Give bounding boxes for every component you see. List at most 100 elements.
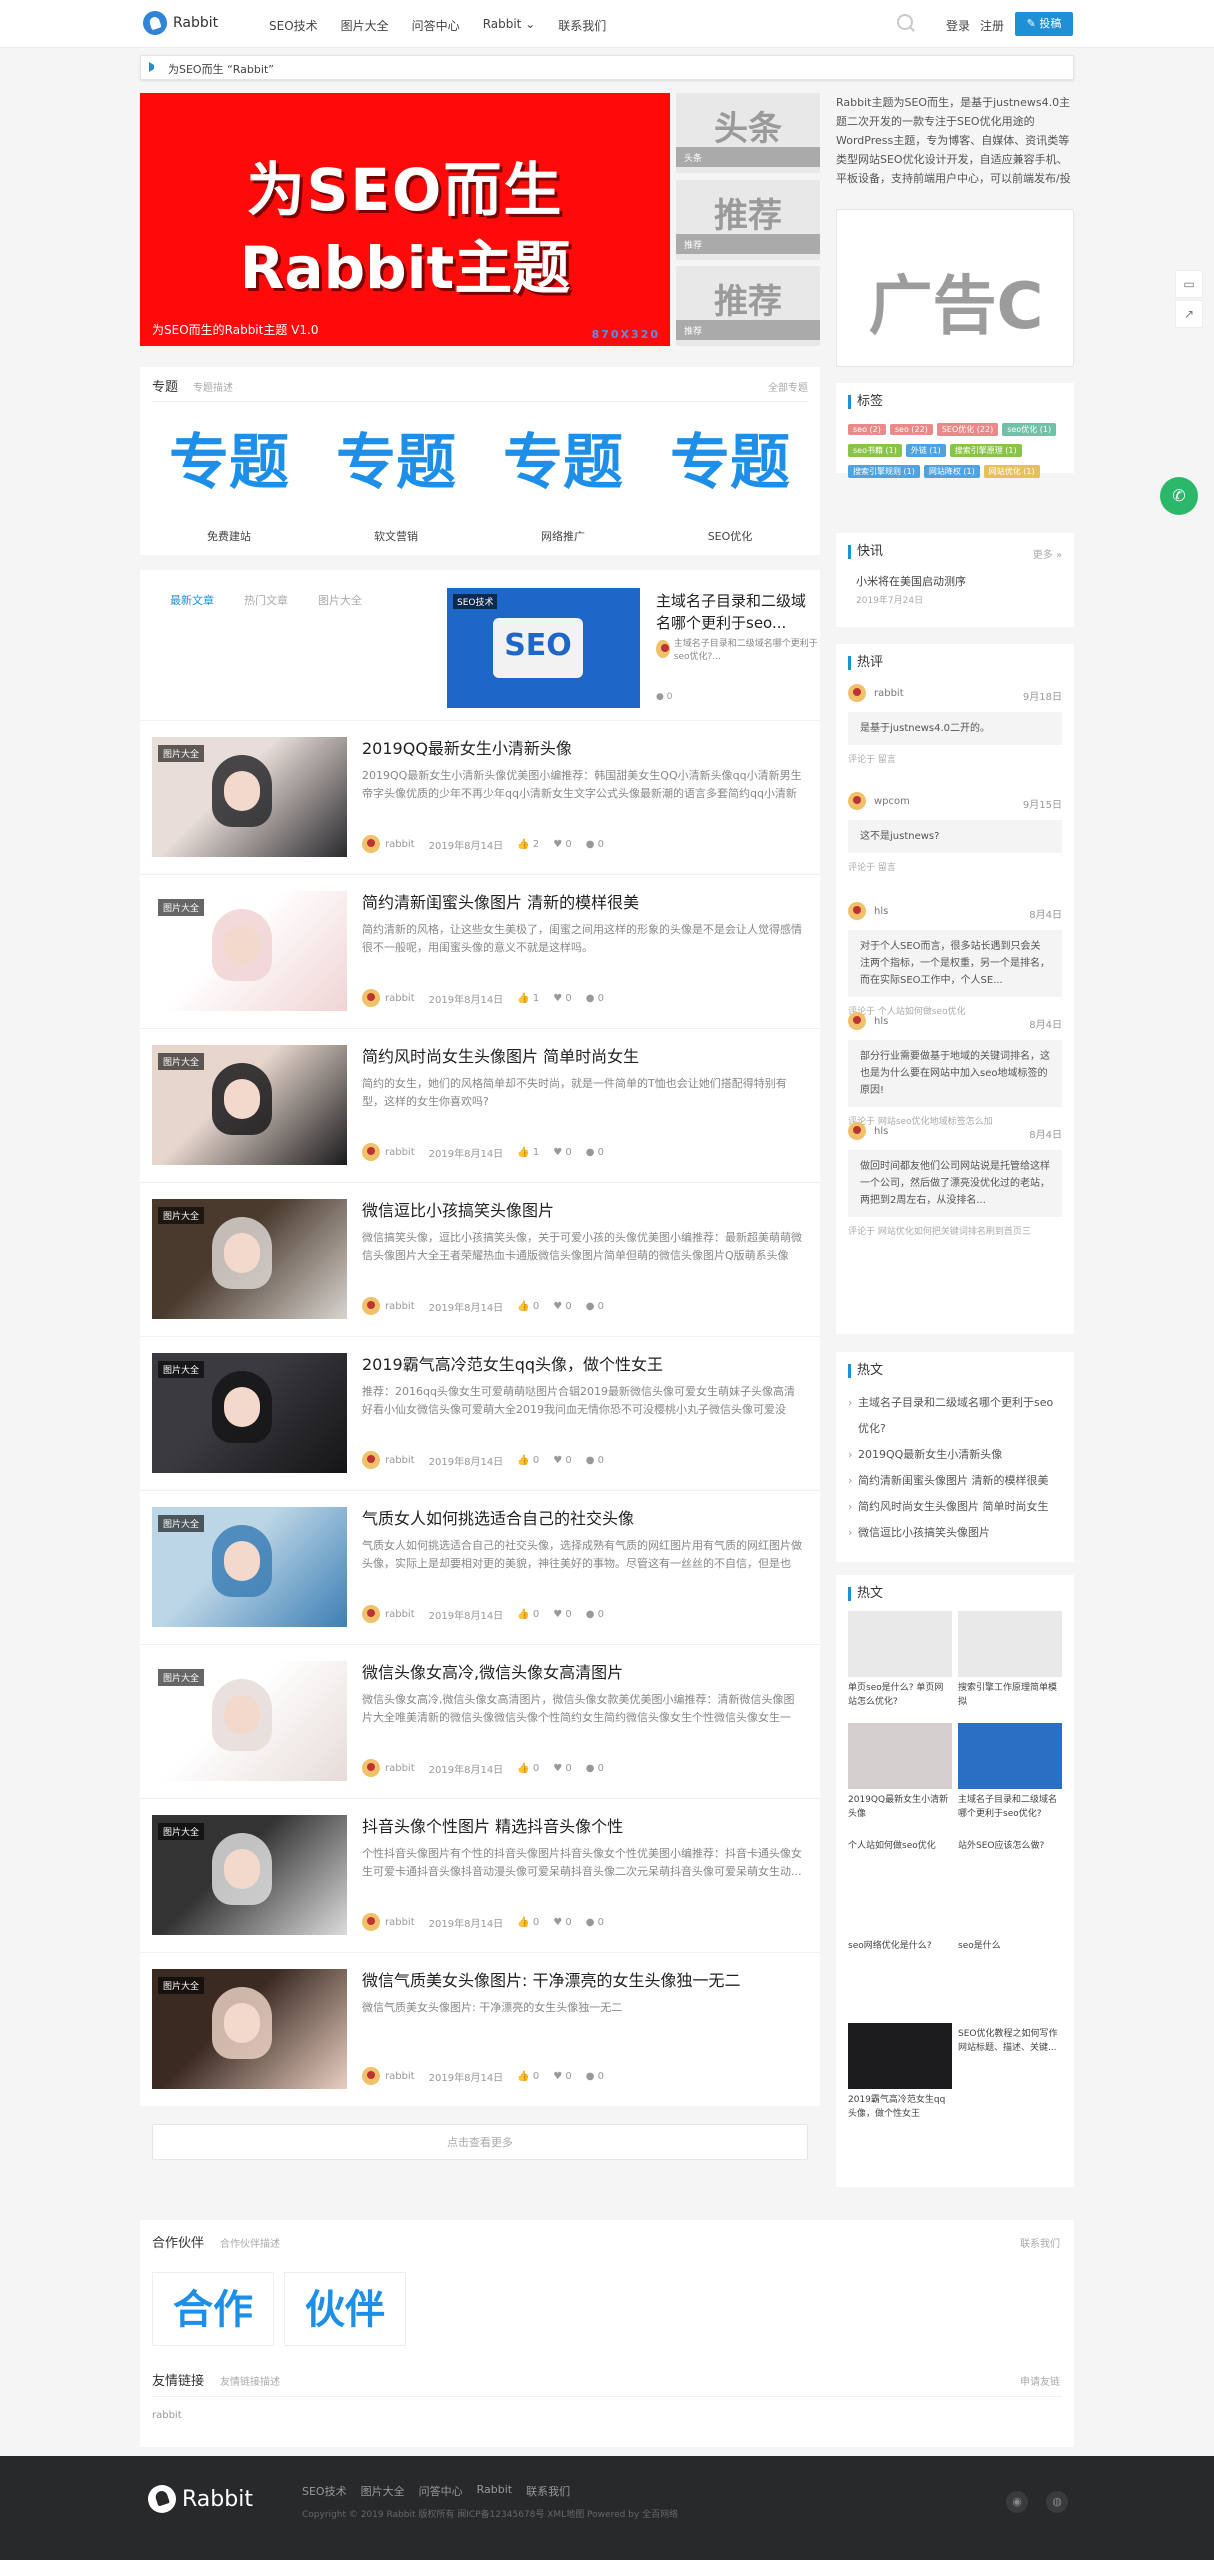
article-item[interactable]: 图片大全 气质女人如何挑选适合自己的社交头像 气质女人如何挑选适合自己的社交头像，选…	[140, 1490, 820, 1644]
tag-pill[interactable]: seo (2)	[848, 424, 886, 435]
heart-icon[interactable]: ♥	[553, 1609, 562, 1620]
comment-body[interactable]: 做回时间都友他们公司网站说是托管给这样一个公司，然后做了漂亮没优化过的老站，两把…	[848, 1150, 1062, 1217]
tag-pill[interactable]: SEO优化 (22)	[936, 423, 999, 436]
article-title[interactable]: 抖音头像个性图片 精选抖音头像个性	[362, 1813, 802, 1837]
friend-link[interactable]: rabbit	[152, 2410, 182, 2421]
article-item[interactable]: 图片大全 微信逗比小孩搞笑头像图片 微信搞笑头像，逗比小孩搞笑头像，关于可爱小孩的头…	[140, 1182, 820, 1336]
footer-link[interactable]: Rabbit	[477, 2483, 512, 2499]
contact-link[interactable]: 联系我们	[1020, 2235, 1060, 2250]
hot-grid-caption[interactable]: 主域名子目录和二级域名哪个更利于seo优化?	[958, 1793, 1062, 1821]
like-icon[interactable]: 👍	[517, 2071, 529, 2082]
topic-name[interactable]: 软文营销	[316, 528, 476, 544]
qq-icon[interactable]: ◍	[1046, 2491, 1068, 2513]
tag-pill[interactable]: seo优化 (1)	[1002, 423, 1057, 436]
hot-grid-item[interactable]: 搜索引擎工作原理简单模拟	[958, 1611, 1062, 1709]
tab-latest[interactable]: 最新文章	[170, 592, 214, 608]
article-title[interactable]: 简约清新闺蜜头像图片 清新的模样很美	[362, 889, 802, 913]
article-thumbnail[interactable]: 图片大全	[152, 1969, 347, 2089]
menu-item-rabbit[interactable]: Rabbit ⌄	[483, 17, 536, 34]
footer-link[interactable]: SEO技术	[302, 2483, 347, 2499]
topic-image[interactable]: 专题	[149, 423, 309, 503]
article-author[interactable]: rabbit	[385, 2071, 415, 2082]
comment-author[interactable]: wpcom	[874, 796, 910, 807]
article-title[interactable]: 简约风时尚女生头像图片 简单时尚女生	[362, 1043, 802, 1067]
article-title[interactable]: 2019QQ最新女生小清新头像	[362, 735, 802, 759]
article-thumbnail[interactable]: 图片大全	[152, 1661, 347, 1781]
hot-grid-caption[interactable]: 站外SEO应该怎么做?	[958, 1839, 1062, 1853]
topics-all-link[interactable]: 全部专题	[768, 379, 808, 394]
article-author[interactable]: rabbit	[385, 1917, 415, 1928]
comment-icon[interactable]: ●	[586, 1147, 595, 1158]
comment-icon[interactable]: ●	[586, 839, 595, 850]
hot-grid-caption[interactable]: 搜索引擎工作原理简单模拟	[958, 1681, 1062, 1709]
tag-pill[interactable]: 外链 (1)	[905, 444, 946, 457]
comment-item[interactable]: rabbit 9月18日 是基于justnews4.0二开的。 评论于 留言	[848, 684, 1062, 765]
comment-icon[interactable]: ●	[586, 2071, 595, 2082]
topic-image[interactable]: 专题	[483, 423, 643, 503]
article-title[interactable]: 微信头像女高冷,微信头像女高清图片	[362, 1659, 802, 1683]
article-item[interactable]: 图片大全 2019QQ最新女生小清新头像 2019QQ最新女生小清新头像优美图小编推…	[140, 720, 820, 874]
share-float-icon[interactable]: ↗	[1175, 300, 1203, 328]
list-item[interactable]: 微信逗比小孩搞笑头像图片	[848, 1520, 1062, 1546]
tag-pill[interactable]: 搜索引擎原理 (1)	[949, 444, 1022, 457]
hot-grid-item[interactable]: 主域名子目录和二级域名哪个更利于seo优化?	[958, 1723, 1062, 1821]
article-thumbnail[interactable]: 图片大全	[152, 1353, 347, 1473]
load-more-button[interactable]: 点击查看更多	[152, 2124, 808, 2160]
comment-author[interactable]: rabbit	[874, 688, 904, 699]
featured-image[interactable]: SEO SEO技术	[447, 588, 640, 708]
partner-logo[interactable]: 合作	[152, 2272, 274, 2346]
footer-link[interactable]: 图片大全	[361, 2483, 405, 2499]
hot-grid-thumbnail[interactable]	[848, 1723, 952, 1789]
like-icon[interactable]: 👍	[517, 993, 529, 1004]
tag-pill[interactable]: 搜索引擎规则 (1)	[848, 465, 920, 478]
hot-grid-thumbnail[interactable]	[958, 1723, 1062, 1789]
footer-logo[interactable]: Rabbit	[148, 2485, 253, 2513]
topic-name[interactable]: SEO优化	[650, 528, 810, 544]
article-item[interactable]: 图片大全 微信头像女高冷,微信头像女高清图片 微信头像女高冷,微信头像女高清图片，微…	[140, 1644, 820, 1798]
partner-logo[interactable]: 伙伴	[284, 2272, 406, 2346]
heart-icon[interactable]: ♥	[553, 1147, 562, 1158]
article-item[interactable]: 图片大全 微信气质美女头像图片: 干净漂亮的女生头像独一无二 微信气质美女头像图片:…	[140, 1952, 820, 2106]
article-title[interactable]: 微信逗比小孩搞笑头像图片	[362, 1197, 802, 1221]
comment-body[interactable]: 这不是justnews?	[848, 820, 1062, 853]
heart-icon[interactable]: ♥	[553, 839, 562, 850]
comment-source[interactable]: 评论于 网站优化如何把关键词排名刷到首页三	[848, 1224, 1062, 1237]
comment-icon[interactable]: ●	[586, 1609, 595, 1620]
topic-image[interactable]: 专题	[650, 423, 810, 503]
notice-bar[interactable]: 为SEO而生 “Rabbit”	[140, 55, 1074, 80]
footer-link[interactable]: 问答中心	[419, 2483, 463, 2499]
comment-item[interactable]: wpcom 9月15日 这不是justnews? 评论于 留言	[848, 792, 1062, 873]
wechat-icon[interactable]: ✆	[1160, 477, 1198, 515]
comment-icon[interactable]: ●	[586, 1455, 595, 1466]
heart-icon[interactable]: ♥	[553, 1917, 562, 1928]
hot-grid-caption[interactable]: 单页seo是什么? 单页网站怎么优化?	[848, 1681, 952, 1709]
footer-link[interactable]: 联系我们	[526, 2483, 570, 2499]
article-author[interactable]: rabbit	[385, 993, 415, 1004]
article-author[interactable]: rabbit	[385, 1455, 415, 1466]
side-feature-2[interactable]: 推荐 推荐	[676, 180, 820, 260]
side-feature-3[interactable]: 推荐 推荐	[676, 266, 820, 346]
article-thumbnail[interactable]: 图片大全	[152, 1199, 347, 1319]
hot-grid-item[interactable]: 单页seo是什么? 单页网站怎么优化?	[848, 1611, 952, 1709]
topic-image[interactable]: 专题	[316, 423, 476, 503]
heart-icon[interactable]: ♥	[553, 993, 562, 1004]
hot-grid-thumbnail[interactable]	[848, 1611, 952, 1677]
tag-pill[interactable]: seo书籍 (1)	[848, 444, 902, 457]
comment-author[interactable]: hls	[874, 906, 888, 917]
list-item[interactable]: 2019QQ最新女生小清新头像	[848, 1442, 1062, 1468]
article-thumbnail[interactable]: 图片大全	[152, 1045, 347, 1165]
list-item[interactable]: 简约风时尚女生头像图片 简单时尚女生	[848, 1494, 1062, 1520]
comment-item[interactable]: hls 8月4日 做回时间都友他们公司网站说是托管给这样一个公司，然后做了漂亮没优化…	[848, 1122, 1062, 1237]
article-item[interactable]: 图片大全 2019霸气高冷范女生qq头像，做个性女王 推荐：2016qq头像女生可爱…	[140, 1336, 820, 1490]
login-link[interactable]: 登录	[946, 17, 970, 34]
article-thumbnail[interactable]: 图片大全	[152, 1815, 347, 1935]
article-author[interactable]: rabbit	[385, 839, 415, 850]
comment-icon[interactable]: ●	[586, 1763, 595, 1774]
topic-name[interactable]: 免费建站	[149, 528, 309, 544]
apply-link[interactable]: 申请友链	[1020, 2373, 1060, 2388]
menu-item-contact[interactable]: 联系我们	[558, 17, 606, 34]
hot-grid-caption[interactable]: seo网络优化是什么?	[848, 1939, 952, 1953]
comment-source[interactable]: 评论于 留言	[848, 752, 1062, 765]
hot-grid-thumbnail[interactable]	[958, 1611, 1062, 1677]
hot-grid-thumbnail[interactable]	[848, 2023, 952, 2089]
